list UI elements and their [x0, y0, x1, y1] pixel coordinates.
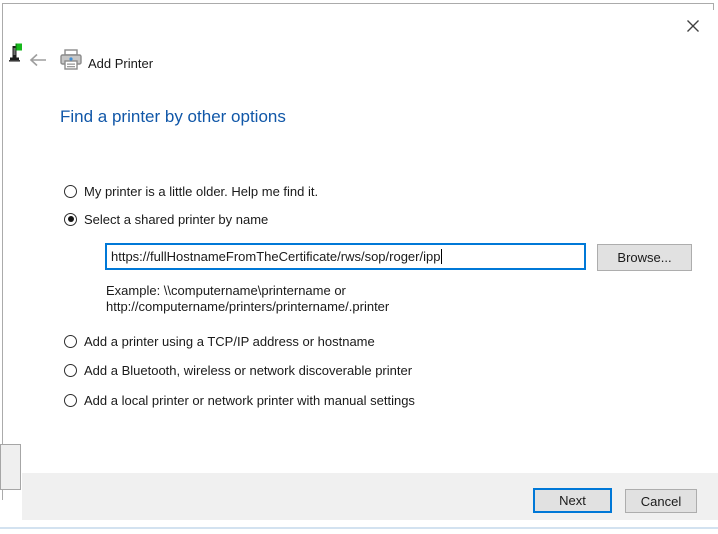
radio-option-tcpip[interactable]: Add a printer using a TCP/IP address or … [64, 333, 375, 349]
input-value: https://fullHostnameFromTheCertificate/r… [111, 249, 440, 264]
footer-bar [22, 473, 718, 520]
radio-label[interactable]: Add a Bluetooth, wireless or network dis… [84, 363, 412, 378]
shared-printer-name-input[interactable]: https://fullHostnameFromTheCertificate/r… [105, 243, 586, 270]
back-button[interactable] [27, 53, 49, 71]
page-title: Find a printer by other options [60, 107, 286, 127]
close-button[interactable] [679, 15, 707, 42]
next-button[interactable]: Next [533, 488, 612, 513]
radio-icon[interactable] [64, 335, 77, 348]
radio-icon-selected[interactable] [64, 213, 77, 226]
radio-label[interactable]: Add a local printer or network printer w… [84, 393, 415, 408]
close-icon [686, 19, 700, 38]
window-border-left [2, 3, 3, 500]
window-border-notch [713, 3, 714, 10]
cancel-button[interactable]: Cancel [625, 489, 697, 513]
radio-option-local-manual[interactable]: Add a local printer or network printer w… [64, 392, 415, 408]
printer-icon [59, 49, 83, 71]
radio-label[interactable]: Add a printer using a TCP/IP address or … [84, 334, 375, 349]
radio-option-bluetooth[interactable]: Add a Bluetooth, wireless or network dis… [64, 362, 412, 378]
background-window-fragment [0, 444, 21, 490]
printer-status-icon [8, 43, 24, 63]
radio-option-shared-printer[interactable]: Select a shared printer by name [64, 211, 268, 227]
browse-button[interactable]: Browse... [597, 244, 692, 271]
radio-option-older-printer[interactable]: My printer is a little older. Help me fi… [64, 183, 318, 199]
example-line-1: Example: \\computername\printername or [106, 283, 389, 299]
radio-label[interactable]: Select a shared printer by name [84, 212, 268, 227]
radio-icon[interactable] [64, 185, 77, 198]
radio-label[interactable]: My printer is a little older. Help me fi… [84, 184, 318, 199]
radio-icon[interactable] [64, 364, 77, 377]
background-window-edge [0, 527, 718, 529]
window-border-top [2, 3, 714, 4]
example-hint-text: Example: \\computername\printername or h… [106, 283, 389, 315]
back-arrow-icon [28, 52, 48, 73]
text-caret [441, 249, 442, 264]
example-line-2: http://computername/printers/printername… [106, 299, 389, 315]
radio-icon[interactable] [64, 394, 77, 407]
window-title: Add Printer [88, 56, 153, 71]
